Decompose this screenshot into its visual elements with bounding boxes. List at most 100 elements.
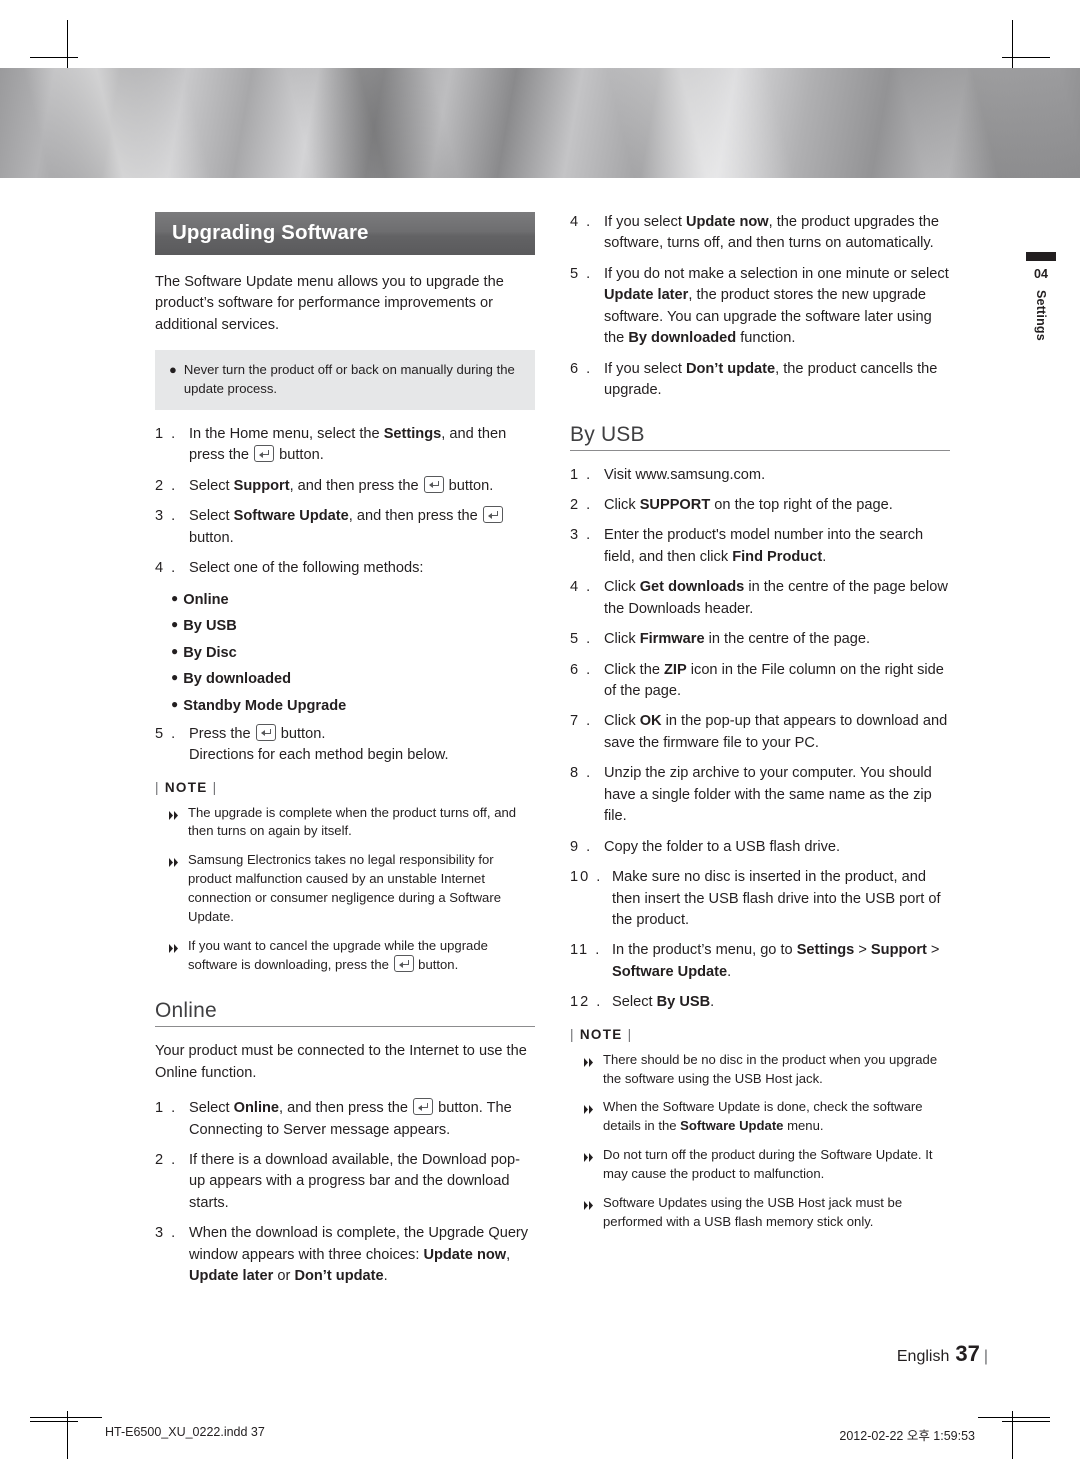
- note-bold-software-update: Software Update: [680, 1118, 784, 1134]
- step-text-post: button.: [275, 447, 324, 464]
- step-text: Click the ZIP icon in the File column on…: [604, 660, 950, 703]
- step-number: 3 .: [570, 527, 593, 544]
- step-bold-support: SUPPORT: [639, 496, 711, 513]
- step-bold-by-downloaded: By downloaded: [628, 330, 737, 347]
- footer-pipe: |: [983, 1348, 988, 1365]
- step-text-mid: , and then press the: [279, 1100, 413, 1117]
- step-text-pre: If you select: [604, 360, 686, 377]
- list-item: 2 . Click SUPPORT on the top right of th…: [570, 495, 950, 516]
- list-item: 8 . Unzip the zip archive to your comput…: [570, 763, 950, 827]
- step-bold-by-usb: By USB: [656, 994, 711, 1011]
- step-text-pre: Click: [604, 579, 640, 596]
- step-text-pre: Click: [604, 631, 640, 648]
- note-pipe-left: |: [155, 779, 165, 795]
- crop-mark-top-left-horizontal: [30, 57, 78, 58]
- list-item: 2 . Select Support, and then press the b…: [155, 475, 535, 497]
- list-item: 9 . Copy the folder to a USB flash drive…: [570, 837, 950, 858]
- caution-text: Never turn the product off or back on ma…: [183, 362, 515, 397]
- bullet-icon: ●: [171, 617, 179, 632]
- step-text: Press the button. Directions for each met…: [189, 723, 535, 767]
- note-text: Samsung Electronics takes no legal respo…: [188, 852, 501, 924]
- enter-key-icon: [254, 445, 275, 463]
- step-text-post: button.: [444, 477, 494, 494]
- note-item: There should be no disc in the product w…: [584, 1051, 950, 1089]
- step-bold-get-downloads: Get downloads: [639, 579, 745, 596]
- enter-key-icon: [255, 723, 276, 741]
- note-heading: | NOTE |: [155, 780, 535, 795]
- step-text-pre: Select: [612, 994, 657, 1011]
- step-number: 4 .: [155, 560, 178, 577]
- method-label: Standby Mode Upgrade: [183, 698, 347, 715]
- bullet-icon: ●: [171, 697, 179, 712]
- note-label: NOTE: [164, 779, 208, 795]
- method-label: By USB: [183, 618, 237, 635]
- step-text: Click OK in the pop-up that appears to d…: [604, 711, 950, 754]
- step-text: Make sure no disc is inserted in the pro…: [612, 869, 941, 928]
- note-text: The upgrade is complete when the product…: [188, 804, 517, 839]
- list-item: 2 . If there is a download available, th…: [155, 1150, 535, 1214]
- step-text: Copy the folder to a USB flash drive.: [604, 838, 841, 855]
- list-item: 3 . When the download is complete, the U…: [155, 1223, 535, 1287]
- side-tab-number: 04: [1034, 267, 1048, 281]
- step-text-post: button.: [189, 529, 234, 546]
- step-number: 3 .: [155, 1225, 178, 1242]
- step-bold-settings: Settings: [796, 942, 855, 959]
- step-text: Click SUPPORT on the top right of the pa…: [604, 495, 950, 516]
- step-sep: ,: [506, 1246, 511, 1263]
- list-item: 5 . Press the button. Directions for each…: [155, 723, 535, 767]
- list-item: 5 . Click Firmware in the centre of the …: [570, 629, 950, 650]
- step-bold-software-update: Software Update: [612, 963, 728, 980]
- note-item: The upgrade is complete when the product…: [169, 804, 535, 842]
- side-tab-bar: [1026, 252, 1056, 261]
- double-arrow-icon: [169, 851, 180, 926]
- step-bold-find-product: Find Product: [732, 548, 823, 565]
- step-bold-ok: OK: [639, 713, 662, 730]
- step-text-post: .: [822, 548, 827, 565]
- double-arrow-icon: [584, 1146, 595, 1184]
- footer-rule-left: [30, 1417, 102, 1418]
- enter-key-icon: [393, 955, 414, 973]
- step-sep: or: [273, 1268, 295, 1285]
- step-number: 6 .: [570, 360, 593, 377]
- list-item: 1 . In the Home menu, select the Setting…: [155, 424, 535, 467]
- list-item: 10 . Make sure no disc is inserted in th…: [570, 867, 950, 931]
- step-number: 7 .: [570, 713, 593, 730]
- step-number: 2 .: [155, 477, 178, 494]
- step-number: 1 .: [155, 1100, 178, 1117]
- list-item: 12 . Select By USB.: [570, 992, 950, 1013]
- step-text: Select Software Update, and then press t…: [189, 506, 535, 549]
- note-text: There should be no disc in the product w…: [603, 1051, 938, 1086]
- double-arrow-icon: [584, 1098, 595, 1136]
- footer-language: English: [896, 1348, 950, 1365]
- step-text-pre: In the product’s menu, go to: [612, 942, 797, 959]
- section-heading-by-usb: By USB: [570, 422, 645, 446]
- step-text-pre: Click the: [604, 661, 665, 678]
- list-item: 1 . Select Online, and then press the bu…: [155, 1098, 535, 1141]
- step-text-pre: Click: [604, 713, 640, 730]
- step-bold-support: Support: [233, 477, 290, 494]
- step-number: 4 .: [570, 579, 593, 596]
- step-bold-firmware: Firmware: [639, 631, 705, 648]
- crop-mark-top-right-horizontal: [1002, 57, 1050, 58]
- step-text-post: on the top right of the page.: [710, 496, 893, 513]
- footer-rule-right: [978, 1417, 1050, 1418]
- crop-mark-top-left-vertical: [67, 20, 68, 68]
- step-bold-settings: Settings: [383, 426, 442, 442]
- note-pipe-right: |: [207, 779, 218, 795]
- note-pipe-left: |: [570, 1026, 580, 1042]
- step-text-post: .: [710, 994, 715, 1011]
- step-text-mid: , and then press the: [289, 477, 423, 494]
- note-item: Software Updates using the USB Host jack…: [584, 1194, 950, 1232]
- decorative-metallic-banner: [0, 68, 1080, 178]
- step-text: Unzip the zip archive to your computer. …: [604, 765, 932, 825]
- step-bold-update-now: Update now: [423, 1246, 507, 1263]
- step-text-post: button.: [276, 725, 326, 742]
- list-item: 7 . Click OK in the pop-up that appears …: [570, 711, 950, 754]
- enter-key-icon: [423, 475, 444, 493]
- left-column: Upgrading Software The Software Update m…: [155, 212, 535, 1297]
- step-bold-zip: ZIP: [664, 661, 687, 678]
- step-text-post: .: [727, 963, 732, 980]
- crop-mark-top-right-vertical: [1012, 20, 1013, 68]
- step-sep: >: [854, 942, 871, 959]
- bullet-icon: ●: [171, 643, 179, 658]
